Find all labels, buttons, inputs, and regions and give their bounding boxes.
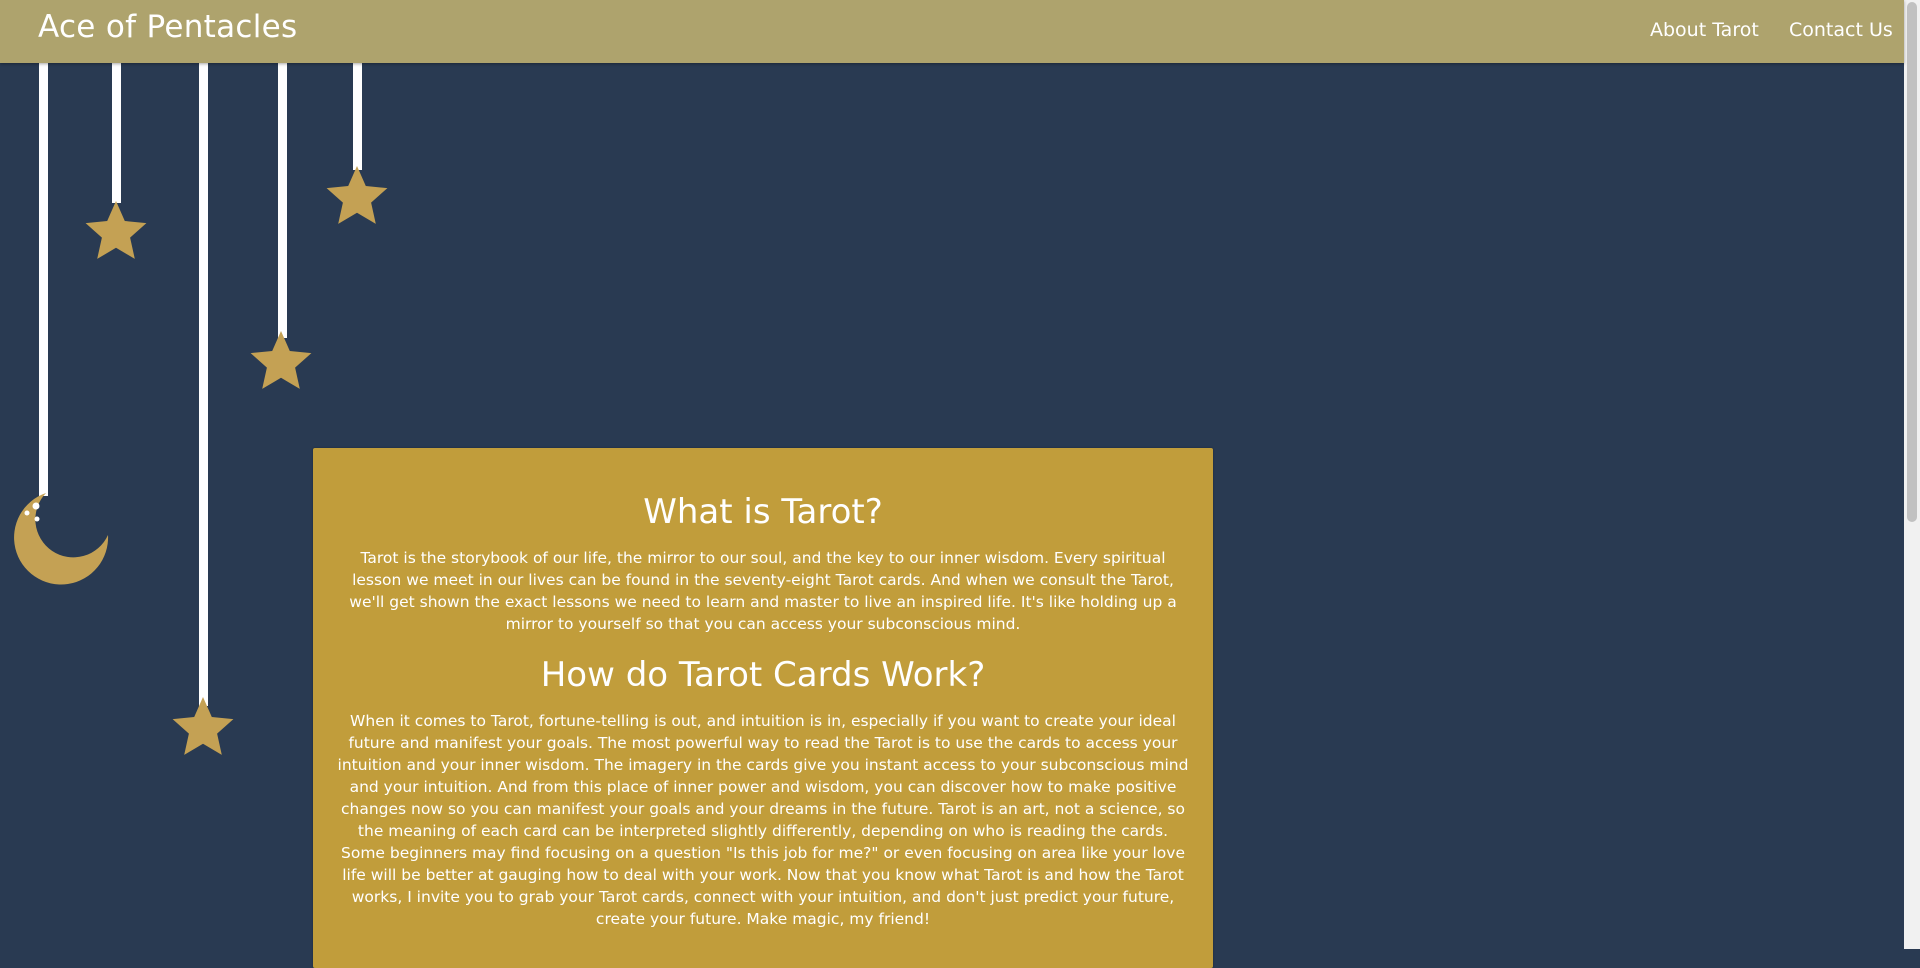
nav-link-about-tarot[interactable]: About Tarot [1650,19,1759,41]
content-card: What is Tarot? Tarot is the storybook of… [313,448,1213,968]
string [353,63,362,170]
string [112,63,121,203]
crescent-moon-icon [14,493,109,585]
star-icon [172,697,234,755]
star-icon [85,201,147,259]
section-body-what-is-tarot: Tarot is the storybook of our life, the … [349,549,1177,633]
star-icon [250,331,312,389]
vertical-scrollbar[interactable] [1904,0,1920,949]
string [278,63,287,338]
brand-logo[interactable]: Ace of Pentacles [38,9,298,45]
scrollbar-thumb[interactable] [1907,2,1917,522]
section-heading-what-is-tarot: What is Tarot? [643,492,883,532]
navbar: Ace of Pentacles About Tarot Contact Us [0,0,1904,63]
string [39,63,48,496]
section-heading-how-tarot-works: How do Tarot Cards Work? [540,655,986,695]
star-icon [326,166,388,224]
nav-link-contact-us[interactable]: Contact Us [1789,19,1893,41]
section-body-how-tarot-works: When it comes to Tarot, fortune-telling … [337,712,1189,928]
string [199,63,208,706]
